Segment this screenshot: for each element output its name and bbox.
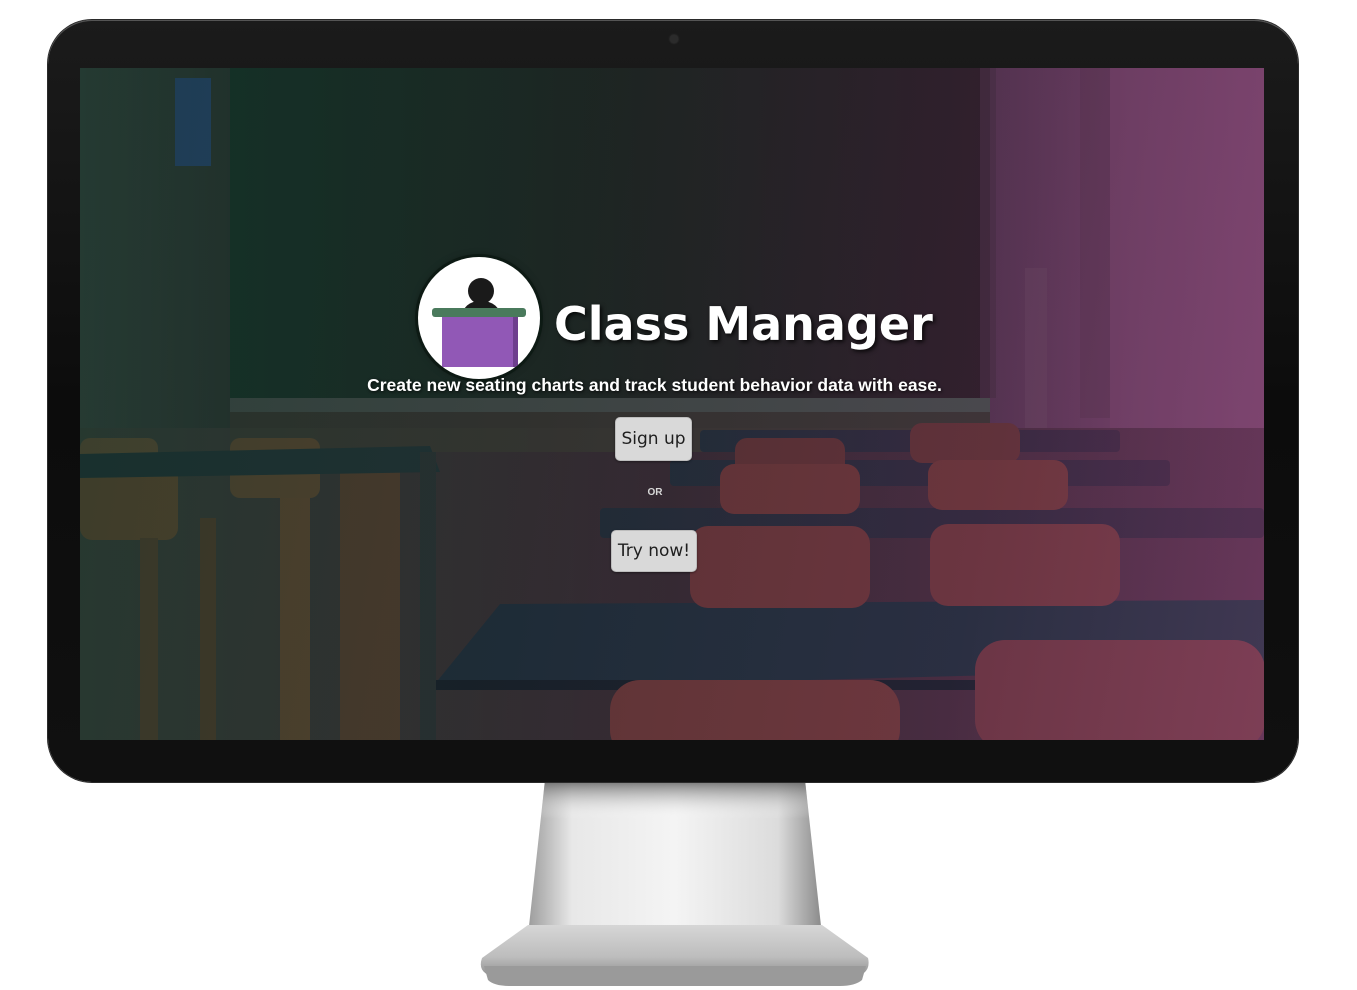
app-title: Class Manager: [554, 297, 933, 351]
or-separator: OR: [647, 487, 663, 498]
podium-shape: [442, 317, 518, 367]
monitor-mockup: Class Manager Create new seating charts …: [0, 0, 1357, 990]
landing-page-screen: Class Manager Create new seating charts …: [80, 68, 1264, 740]
podium-top: [432, 308, 526, 317]
hero-section: Class Manager Create new seating charts …: [80, 68, 1264, 740]
sign-up-button[interactable]: Sign up: [615, 417, 692, 461]
app-tagline: Create new seating charts and track stud…: [367, 375, 942, 395]
teacher-at-podium-icon: [418, 257, 540, 379]
try-now-button[interactable]: Try now!: [611, 530, 697, 572]
webcam-dot: [670, 35, 678, 43]
